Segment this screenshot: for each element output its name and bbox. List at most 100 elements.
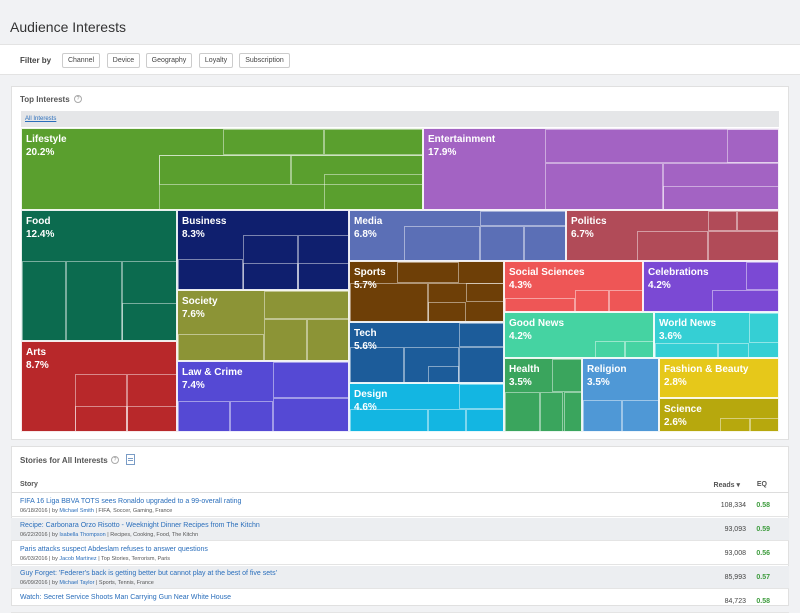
treemap-subcell xyxy=(480,211,565,227)
breadcrumb-all-interests[interactable]: All Interests xyxy=(25,116,56,122)
tile-percent: 3.5% xyxy=(509,377,532,388)
tile-name: Food xyxy=(26,216,51,227)
tile-name: Science xyxy=(664,404,702,415)
treemap-subcell xyxy=(746,262,778,291)
story-reads: 93,008 xyxy=(724,550,746,557)
treemap-subcell xyxy=(574,290,610,311)
treemap-tile-label: Tech 5.6% xyxy=(354,327,377,353)
story-date: 06/09/2016 | by xyxy=(20,580,58,586)
treemap-tile-sports[interactable]: Sports 5.7% xyxy=(349,261,504,322)
treemap-subcell xyxy=(178,401,230,431)
treemap-tile-business[interactable]: Business 8.3% xyxy=(177,210,349,290)
treemap-tile-science[interactable]: Science 2.6% xyxy=(659,398,779,432)
filter-chip-loyalty[interactable]: Loyalty xyxy=(199,53,233,68)
page-title: Audience Interests xyxy=(10,19,126,35)
treemap-tile-label: Health 3.5% xyxy=(509,363,540,389)
column-reads-sort[interactable]: Reads ▾ xyxy=(714,481,740,489)
filter-chip-channel[interactable]: Channel xyxy=(62,53,100,68)
treemap-tile-design[interactable]: Design 4.6% xyxy=(349,383,504,432)
treemap-subcell xyxy=(726,129,778,164)
tile-percent: 6.8% xyxy=(354,229,377,240)
treemap-subcell xyxy=(737,211,778,232)
treemap-tile-good-news[interactable]: Good News 4.2% xyxy=(504,312,654,358)
treemap-tile-celebrations[interactable]: Celebrations 4.2% xyxy=(643,261,779,312)
treemap-tile-fashion-beauty[interactable]: Fashion & Beauty 2.8% xyxy=(659,358,779,398)
treemap-subcell xyxy=(545,163,663,209)
tile-name: World News xyxy=(659,318,717,329)
export-document-icon[interactable] xyxy=(126,454,135,465)
story-title-link[interactable]: FIFA 16 Liga BBVA TOTS sees Ronaldo upgr… xyxy=(20,498,241,505)
treemap-tile-label: Religion 3.5% xyxy=(587,363,626,389)
treemap-subcell xyxy=(637,231,708,260)
treemap-subcell xyxy=(563,392,581,431)
tile-percent: 4.2% xyxy=(509,331,532,342)
story-author-link[interactable]: Michael Smith xyxy=(59,508,94,514)
story-author-link[interactable]: Isabella Thompson xyxy=(59,532,105,538)
treemap-subcell xyxy=(707,211,738,232)
treemap-subcell xyxy=(158,155,292,185)
filter-chip-geography[interactable]: Geography xyxy=(146,53,192,68)
stories-table-header: Story Reads ▾ EQ xyxy=(11,476,789,493)
table-row: Guy Forget: 'Federer's back is getting b… xyxy=(11,566,789,589)
tile-name: Good News xyxy=(509,318,565,329)
column-eq: EQ xyxy=(756,481,767,488)
treemap-tile-religion[interactable]: Religion 3.5% xyxy=(582,358,659,432)
story-title-link[interactable]: Recipe: Carbonara Orzo Risotto - Weeknig… xyxy=(20,522,260,529)
treemap-tile-label: Arts 8.7% xyxy=(26,346,49,372)
info-icon[interactable]: ? xyxy=(111,456,119,464)
story-reads: 84,723 xyxy=(724,598,746,605)
treemap-subcell xyxy=(298,263,348,289)
story-eq: 0.56 xyxy=(756,550,770,557)
treemap-tile-lifestyle[interactable]: Lifestyle 20.2% xyxy=(21,128,423,210)
treemap-subcell xyxy=(223,129,324,156)
story-tags: | Recipes, Cooking, Food, The Kitchn xyxy=(107,532,199,538)
treemap-subcell xyxy=(662,186,778,209)
treemap-tile-media[interactable]: Media 6.8% xyxy=(349,210,566,261)
treemap-tile-label: Politics 6.7% xyxy=(571,215,607,241)
filter-chip-device[interactable]: Device xyxy=(107,53,140,68)
treemap-tile-tech[interactable]: Tech 5.6% xyxy=(349,322,504,383)
tile-percent: 8.7% xyxy=(26,360,49,371)
treemap-tile-label: Sports 5.7% xyxy=(354,266,386,292)
treemap-subcell xyxy=(65,260,122,340)
treemap-tile-social-sciences[interactable]: Social Sciences 4.3% xyxy=(504,261,643,312)
tile-percent: 6.7% xyxy=(571,229,594,240)
stories-title: Stories for All Interests xyxy=(20,456,108,465)
treemap-tile-entertainment[interactable]: Entertainment 17.9% xyxy=(423,128,779,210)
treemap-tile-arts[interactable]: Arts 8.7% xyxy=(21,341,177,432)
story-title-link[interactable]: Guy Forget: 'Federer's back is getting b… xyxy=(20,570,277,577)
story-tags: | FIFA, Soccer, Gaming, France xyxy=(95,508,173,514)
treemap-subcell xyxy=(540,392,564,431)
treemap-tile-politics[interactable]: Politics 6.7% xyxy=(566,210,779,261)
treemap-subcell xyxy=(243,263,299,289)
treemap-tile-label: World News 3.6% xyxy=(659,317,716,343)
treemap-tile-food[interactable]: Food 12.4% xyxy=(21,210,177,341)
story-reads: 85,993 xyxy=(724,574,746,581)
treemap-tile-society[interactable]: Society 7.6% xyxy=(177,290,349,361)
story-title-link[interactable]: Paris attacks suspect Abdeslam refuses t… xyxy=(20,546,208,553)
filter-label: Filter by xyxy=(20,56,52,65)
story-date: 06/18/2016 | by xyxy=(20,508,58,514)
treemap-tile-label: Business 8.3% xyxy=(182,215,226,241)
story-meta: 06/18/2016 | by Michael Smith | FIFA, So… xyxy=(20,508,172,514)
story-tags: | Top Stories, Terrorism, Paris xyxy=(98,556,171,562)
story-eq: 0.58 xyxy=(756,598,770,605)
treemap-subcell xyxy=(466,283,503,302)
story-author-link[interactable]: Jacob Martinez xyxy=(59,556,96,562)
table-row: Paris attacks suspect Abdeslam refuses t… xyxy=(11,542,789,565)
info-icon[interactable]: ? xyxy=(74,95,82,103)
treemap-tile-health[interactable]: Health 3.5% xyxy=(504,358,582,432)
tile-percent: 2.6% xyxy=(664,417,687,428)
treemap-subcell xyxy=(621,399,658,431)
treemap-subcell xyxy=(466,408,503,431)
treemap-subcell xyxy=(427,301,467,321)
treemap-tile-label: Design 4.6% xyxy=(354,388,387,414)
treemap-tile-world-news[interactable]: World News 3.6% xyxy=(654,312,779,358)
treemap-subcell xyxy=(458,347,503,382)
treemap-subcell xyxy=(404,226,481,260)
story-author-link[interactable]: Michael Taylor xyxy=(59,580,94,586)
treemap-tile-law-crime[interactable]: Law & Crime 7.4% xyxy=(177,361,349,432)
treemap-subcell xyxy=(126,405,176,431)
treemap-subcell xyxy=(551,359,581,393)
filter-chip-subscription[interactable]: Subscription xyxy=(239,53,290,68)
